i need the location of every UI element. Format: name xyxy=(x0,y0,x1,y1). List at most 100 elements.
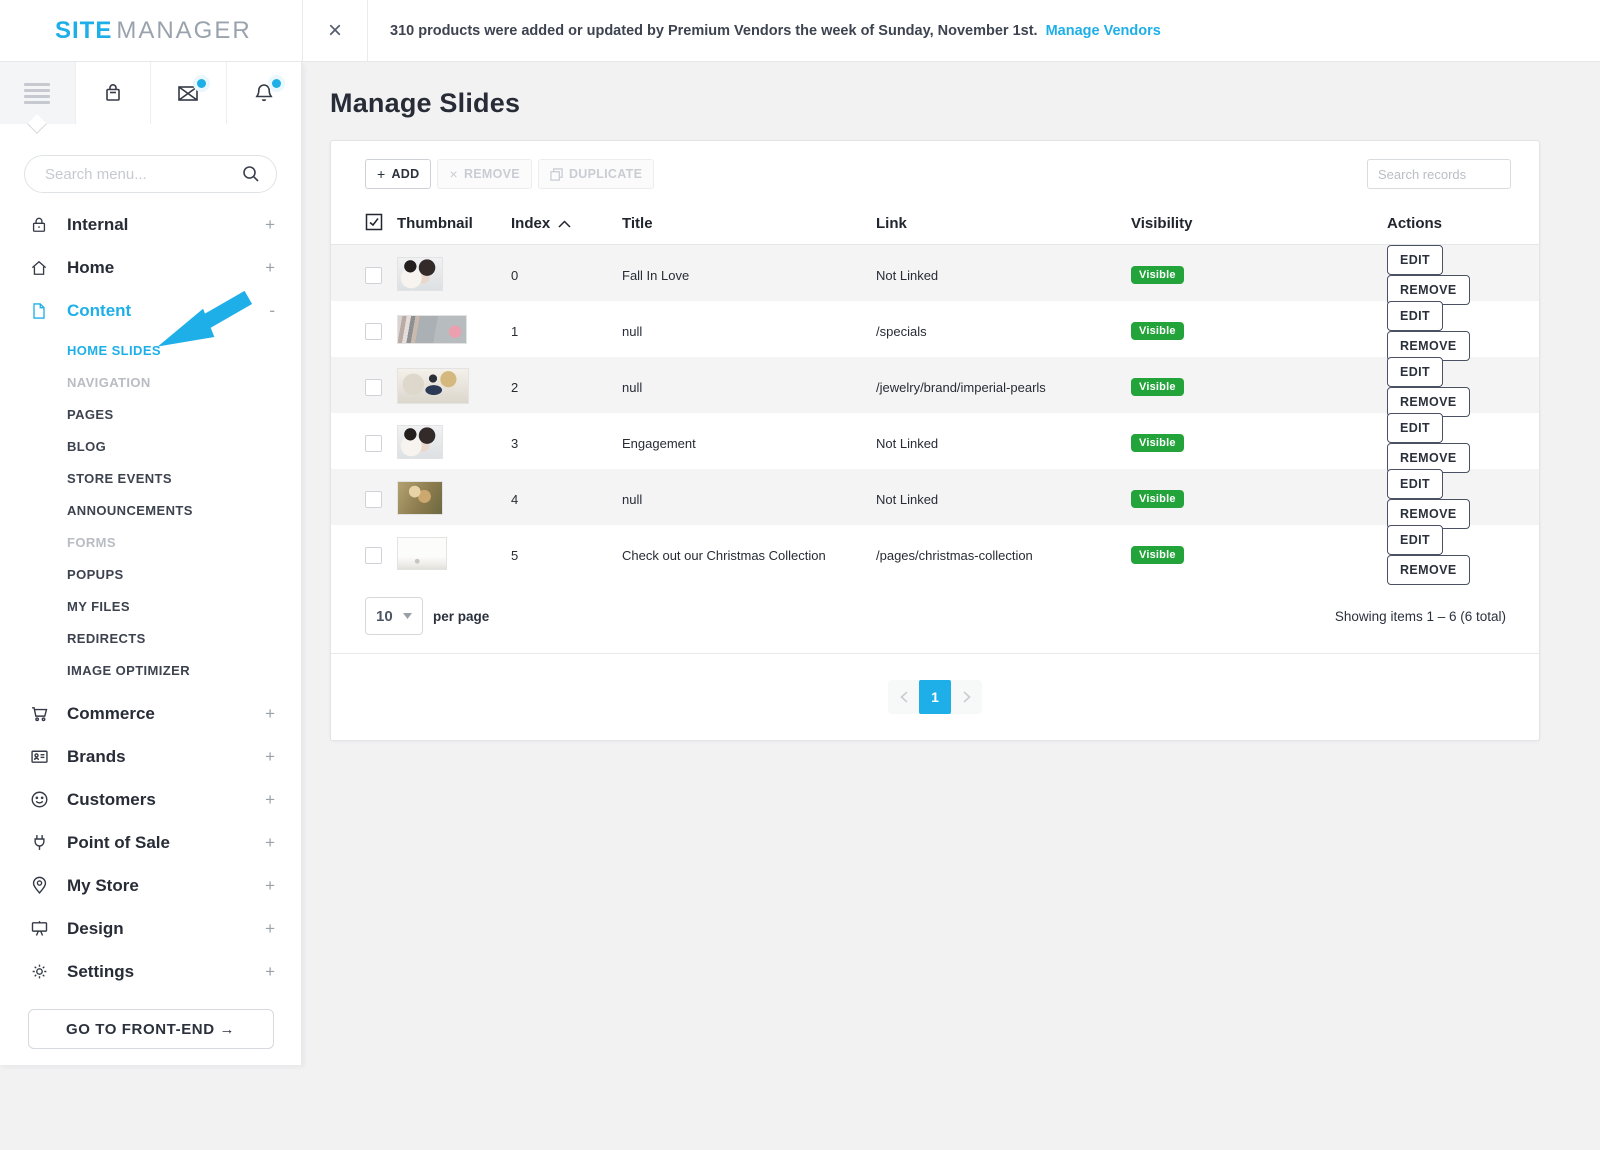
sidebar-item-design[interactable]: Design + xyxy=(0,907,301,950)
title-cell: Check out our Christmas Collection xyxy=(622,548,876,563)
expand-icon: + xyxy=(265,747,275,767)
select-all-checkbox[interactable] xyxy=(365,213,397,235)
sidebar-menu: Internal + Home + Content - HOME SLIDES … xyxy=(0,199,301,993)
sidebar-subitem-announcements[interactable]: ANNOUNCEMENTS xyxy=(0,494,301,526)
row-checkbox[interactable] xyxy=(365,379,382,396)
notification-bar: 310 products were added or updated by Pr… xyxy=(368,0,1161,61)
visibility-badge: Visible xyxy=(1131,322,1184,340)
table-header: Thumbnail Index Title Link Visibility Ac… xyxy=(331,203,1539,245)
table-row: 1 null /specials Visible EDIT REMOVE xyxy=(331,301,1539,357)
easel-icon xyxy=(28,918,50,939)
sidebar-subitem-redirects[interactable]: REDIRECTS xyxy=(0,622,301,654)
column-header-title[interactable]: Title xyxy=(622,215,876,232)
sidebar-subitem-image-optimizer[interactable]: IMAGE OPTIMIZER xyxy=(0,654,301,686)
add-button[interactable]: + ADD xyxy=(365,159,431,189)
collapse-icon: - xyxy=(269,301,275,321)
table-row: 0 Fall In Love Not Linked Visible EDIT R… xyxy=(331,245,1539,301)
sidebar-subitem-pages[interactable]: PAGES xyxy=(0,398,301,430)
next-page-button[interactable] xyxy=(951,680,982,714)
prev-page-button[interactable] xyxy=(888,680,919,714)
smiley-icon xyxy=(28,789,50,810)
sidebar-item-commerce[interactable]: Commerce + xyxy=(0,692,301,735)
row-checkbox[interactable] xyxy=(365,547,382,564)
sidebar-item-label: Point of Sale xyxy=(67,833,170,853)
duplicate-icon xyxy=(550,168,563,181)
column-header-visibility[interactable]: Visibility xyxy=(1131,215,1387,232)
orders-tab[interactable] xyxy=(76,62,152,124)
id-card-icon xyxy=(28,746,50,767)
sidebar-subitem-forms[interactable]: FORMS xyxy=(0,526,301,558)
search-records-input[interactable] xyxy=(1367,159,1511,189)
app-logo: SITE MANAGER xyxy=(0,0,302,61)
row-checkbox[interactable] xyxy=(365,491,382,508)
edit-button[interactable]: EDIT xyxy=(1387,301,1443,331)
chevron-down-icon xyxy=(403,613,412,619)
per-page-value: 10 xyxy=(376,608,393,625)
per-page-select[interactable]: 10 xyxy=(365,597,423,635)
edit-button[interactable]: EDIT xyxy=(1387,357,1443,387)
chevron-left-icon xyxy=(900,691,908,703)
plug-icon xyxy=(28,832,50,853)
sidebar-subitem-store-events[interactable]: STORE EVENTS xyxy=(0,462,301,494)
index-header-label: Index xyxy=(511,215,550,232)
edit-button[interactable]: EDIT xyxy=(1387,469,1443,499)
sidebar-item-internal[interactable]: Internal + xyxy=(0,203,301,246)
sidebar-subitem-home-slides[interactable]: HOME SLIDES xyxy=(0,334,301,366)
menu-tab[interactable] xyxy=(0,62,76,124)
sidebar-item-settings[interactable]: Settings + xyxy=(0,950,301,993)
page-1-button[interactable]: 1 xyxy=(919,680,951,714)
document-icon xyxy=(28,301,50,321)
table-row: 4 null Not Linked Visible EDIT REMOVE xyxy=(331,469,1539,525)
alert-dot xyxy=(272,79,281,88)
toolbar-remove-button: × REMOVE xyxy=(437,159,531,189)
row-checkbox[interactable] xyxy=(365,435,382,452)
topbar: SITE MANAGER × 310 products were added o… xyxy=(0,0,1600,62)
expand-icon: + xyxy=(265,876,275,896)
expand-icon: + xyxy=(265,919,275,939)
column-header-index[interactable]: Index xyxy=(511,215,622,232)
column-header-link[interactable]: Link xyxy=(876,215,1131,232)
close-icon[interactable]: × xyxy=(302,0,368,61)
sidebar-subitem-my-files[interactable]: MY FILES xyxy=(0,590,301,622)
duplicate-button-label: DUPLICATE xyxy=(569,167,642,181)
edit-button[interactable]: EDIT xyxy=(1387,245,1443,275)
expand-icon: + xyxy=(265,833,275,853)
manage-vendors-link[interactable]: Manage Vendors xyxy=(1046,23,1161,39)
row-checkbox[interactable] xyxy=(365,323,382,340)
sidebar-subitem-blog[interactable]: BLOG xyxy=(0,430,301,462)
showing-items-text: Showing items 1 – 6 (6 total) xyxy=(1335,609,1506,624)
table-row: 3 Engagement Not Linked Visible EDIT REM… xyxy=(331,413,1539,469)
table-row: 5 Check out our Christmas Collection /pa… xyxy=(331,525,1539,581)
sidebar-search xyxy=(24,155,277,193)
sidebar-tabs xyxy=(0,62,301,124)
visibility-badge: Visible xyxy=(1131,434,1184,452)
home-icon xyxy=(28,258,50,278)
sidebar-subitem-popups[interactable]: POPUPS xyxy=(0,558,301,590)
slide-thumbnail xyxy=(397,257,443,291)
title-cell: Fall In Love xyxy=(622,268,876,283)
edit-button[interactable]: EDIT xyxy=(1387,413,1443,443)
per-page-label: per page xyxy=(433,609,489,624)
sidebar-item-content[interactable]: Content - xyxy=(0,289,301,332)
messages-tab[interactable] xyxy=(151,62,227,124)
sidebar-item-point-of-sale[interactable]: Point of Sale + xyxy=(0,821,301,864)
link-cell: /specials xyxy=(876,324,1131,339)
sidebar-subitem-navigation[interactable]: NAVIGATION xyxy=(0,366,301,398)
go-to-frontend-button[interactable]: GO TO FRONT-END → xyxy=(28,1009,274,1049)
lock-icon xyxy=(28,215,50,235)
pagination: 1 xyxy=(331,654,1539,740)
sidebar-item-my-store[interactable]: My Store + xyxy=(0,864,301,907)
remove-button[interactable]: REMOVE xyxy=(1387,555,1470,585)
notifications-tab[interactable] xyxy=(227,62,302,124)
sidebar-item-label: Customers xyxy=(67,790,156,810)
sidebar-item-home[interactable]: Home + xyxy=(0,246,301,289)
search-menu-input[interactable] xyxy=(24,155,277,193)
visibility-badge: Visible xyxy=(1131,378,1184,396)
column-header-thumbnail[interactable]: Thumbnail xyxy=(397,215,511,232)
edit-button[interactable]: EDIT xyxy=(1387,525,1443,555)
main-content: Manage Slides + ADD × REMOVE DUPLICATE T… xyxy=(302,62,1600,1150)
row-checkbox[interactable] xyxy=(365,267,382,284)
checked-checkbox-icon xyxy=(365,213,383,231)
sidebar-item-brands[interactable]: Brands + xyxy=(0,735,301,778)
sidebar-item-customers[interactable]: Customers + xyxy=(0,778,301,821)
